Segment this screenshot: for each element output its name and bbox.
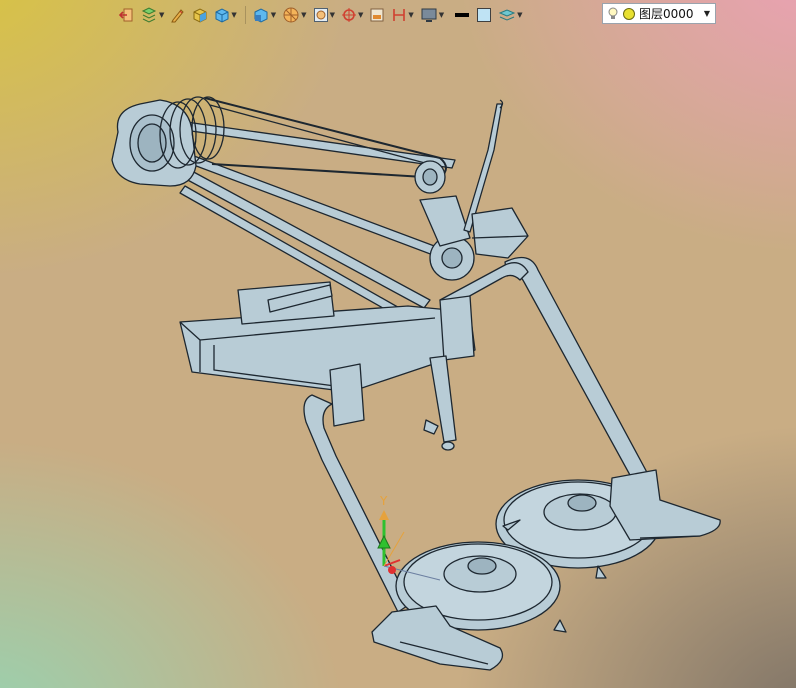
dropdown-arrow-icon: ▼ xyxy=(329,10,335,19)
layer-visibility-icon xyxy=(141,7,157,23)
layer-stack-button[interactable]: ▼ xyxy=(498,7,523,23)
right-skid xyxy=(609,469,721,541)
belt-frame-rod-3 xyxy=(169,119,456,169)
exit-edit-icon xyxy=(118,8,133,22)
3d-viewport[interactable]: Y ▼ ▼ ▼ ▼ ▼ ▼ ▼ ▼ ▼ 图层0000 ▼ xyxy=(0,0,796,688)
right-frame-pipe xyxy=(504,256,651,487)
triad-y-label: Y xyxy=(379,494,388,508)
fill-color-icon xyxy=(477,8,492,22)
view-frame-icon xyxy=(313,8,328,22)
render-style-icon xyxy=(283,7,299,23)
layer-name: 图层0000 xyxy=(639,7,694,21)
dropdown-arrow-icon: ▼ xyxy=(357,10,364,19)
front-bracket-right xyxy=(439,295,475,361)
mower-3d-model[interactable]: Y xyxy=(0,0,796,688)
line-color-icon xyxy=(455,13,470,17)
front-bracket-left xyxy=(329,363,365,427)
dropdown-arrow-icon: ▼ xyxy=(159,10,165,19)
snap-target-icon xyxy=(341,8,356,22)
gearbox xyxy=(471,207,529,259)
shaded-cube-icon xyxy=(215,8,229,23)
snap-target-button[interactable]: ▼ xyxy=(341,7,363,23)
display-monitor-button[interactable]: ▼ xyxy=(420,7,444,23)
layer-select[interactable]: 图层0000 ▼ xyxy=(602,3,716,24)
yellow-dot-icon xyxy=(623,7,635,20)
lightbulb-icon xyxy=(608,7,618,19)
measure-icon xyxy=(393,9,406,21)
display-monitor-icon xyxy=(421,8,437,22)
toolbar-separator xyxy=(244,6,246,24)
measure-button[interactable]: ▼ xyxy=(391,7,414,23)
layer-visibility-button[interactable]: ▼ xyxy=(140,7,164,23)
dropdown-arrow-icon: ▼ xyxy=(270,10,277,19)
dropdown-arrow-icon: ▼ xyxy=(301,10,307,19)
view-orientation-icon xyxy=(254,8,268,23)
section-view-button[interactable] xyxy=(369,7,385,23)
view-orientation-button[interactable]: ▼ xyxy=(252,7,276,23)
shaded-cube-button[interactable]: ▼ xyxy=(214,7,237,23)
dropdown-arrow-icon: ▼ xyxy=(408,10,414,19)
section-view-icon xyxy=(370,8,384,22)
exit-edit-button[interactable] xyxy=(118,7,134,23)
view-toolbar: ▼ ▼ ▼ ▼ ▼ ▼ ▼ ▼ ▼ xyxy=(118,2,529,28)
solid-box-button[interactable] xyxy=(192,7,208,23)
solid-box-icon xyxy=(193,8,207,23)
line-color-button[interactable] xyxy=(454,7,470,23)
tension-arm xyxy=(419,195,471,247)
pencil-edit-icon xyxy=(171,9,185,23)
chevron-down-icon[interactable]: ▼ xyxy=(704,9,710,18)
dropdown-arrow-icon: ▼ xyxy=(517,10,523,19)
fill-color-button[interactable] xyxy=(476,7,492,23)
dropdown-arrow-icon: ▼ xyxy=(438,10,445,19)
layer-stack-icon xyxy=(498,9,516,21)
dropdown-arrow-icon: ▼ xyxy=(231,10,237,19)
render-style-button[interactable]: ▼ xyxy=(282,7,307,23)
left-frame-pipe xyxy=(303,394,411,613)
view-frame-button[interactable]: ▼ xyxy=(313,7,335,23)
pencil-edit-button[interactable] xyxy=(170,7,186,23)
